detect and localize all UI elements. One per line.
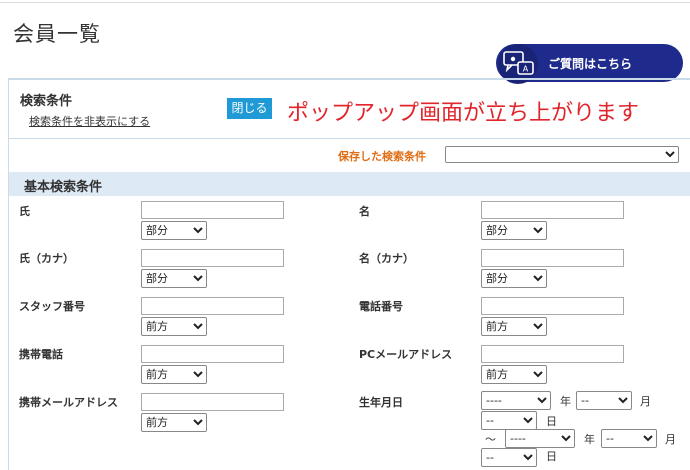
last-kana-match-select[interactable]: 部分 bbox=[141, 269, 207, 288]
mobile-match-select[interactable]: 前方 bbox=[141, 365, 207, 384]
first-name-input[interactable] bbox=[481, 201, 624, 219]
month-unit: 月 bbox=[640, 395, 651, 408]
saved-search-label: 保存した検索条件 bbox=[338, 150, 426, 163]
birth-year-from-select[interactable]: ---- bbox=[481, 391, 551, 410]
hide-search-link[interactable]: 検索条件を非表示にする bbox=[29, 113, 150, 129]
top-divider bbox=[0, 2, 690, 3]
phone-label: 電話番号 bbox=[359, 300, 403, 313]
first-kana-input[interactable] bbox=[481, 249, 624, 267]
last-name-label: 氏 bbox=[19, 205, 30, 218]
pc-mail-match-select[interactable]: 前方 bbox=[481, 365, 547, 384]
mobile-mail-label: 携帯メールアドレス bbox=[19, 396, 118, 409]
first-kana-label: 名（カナ） bbox=[359, 252, 414, 265]
staff-number-input[interactable] bbox=[141, 297, 284, 315]
birth-day-to-select[interactable]: -- bbox=[481, 448, 537, 467]
basic-section-header bbox=[9, 172, 690, 196]
year-unit: 年 bbox=[584, 433, 595, 446]
phone-input[interactable] bbox=[481, 297, 624, 315]
close-button[interactable]: 閉じる bbox=[227, 98, 272, 119]
help-button[interactable]: A ご質問はこちら bbox=[496, 44, 683, 84]
popup-note: ポップアップ画面が立ち上がります bbox=[287, 101, 640, 126]
first-name-match-select[interactable]: 部分 bbox=[481, 221, 547, 240]
pc-mail-label: PCメールアドレス bbox=[359, 348, 453, 361]
birth-year-to-select[interactable]: ---- bbox=[505, 429, 575, 448]
year-unit: 年 bbox=[560, 395, 571, 408]
last-kana-label: 氏（カナ） bbox=[19, 252, 74, 265]
pc-mail-input[interactable] bbox=[481, 345, 624, 363]
saved-search-select[interactable] bbox=[445, 146, 679, 163]
mobile-input[interactable] bbox=[141, 345, 284, 363]
basic-section-title: 基本検索条件 bbox=[24, 180, 103, 195]
first-kana-match-select[interactable]: 部分 bbox=[481, 269, 547, 288]
day-unit: 日 bbox=[546, 415, 557, 428]
mobile-label: 携帯電話 bbox=[19, 348, 63, 361]
last-name-input[interactable] bbox=[141, 201, 284, 219]
birthdate-label: 生年月日 bbox=[359, 396, 403, 409]
svg-text:A: A bbox=[523, 65, 529, 74]
staff-number-match-select[interactable]: 前方 bbox=[141, 317, 207, 336]
phone-match-select[interactable]: 前方 bbox=[481, 317, 547, 336]
search-panel bbox=[8, 78, 690, 470]
birth-day-from-select[interactable]: -- bbox=[481, 411, 537, 430]
birth-month-to-select[interactable]: -- bbox=[601, 429, 657, 448]
last-name-match-select[interactable]: 部分 bbox=[141, 221, 207, 240]
divider bbox=[9, 138, 690, 139]
page-title: 会員一覧 bbox=[13, 22, 101, 46]
month-unit: 月 bbox=[665, 433, 676, 446]
first-name-label: 名 bbox=[359, 205, 370, 218]
range-separator: 〜 bbox=[485, 433, 496, 446]
birth-month-from-select[interactable]: -- bbox=[576, 391, 632, 410]
last-kana-input[interactable] bbox=[141, 249, 284, 267]
day-unit: 日 bbox=[546, 450, 557, 463]
mobile-mail-input[interactable] bbox=[141, 393, 284, 411]
search-conditions-title: 検索条件 bbox=[20, 94, 73, 109]
help-button-label: ご質問はこちら bbox=[548, 57, 633, 71]
staff-number-label: スタッフ番号 bbox=[19, 300, 85, 313]
mobile-mail-match-select[interactable]: 前方 bbox=[141, 413, 207, 432]
